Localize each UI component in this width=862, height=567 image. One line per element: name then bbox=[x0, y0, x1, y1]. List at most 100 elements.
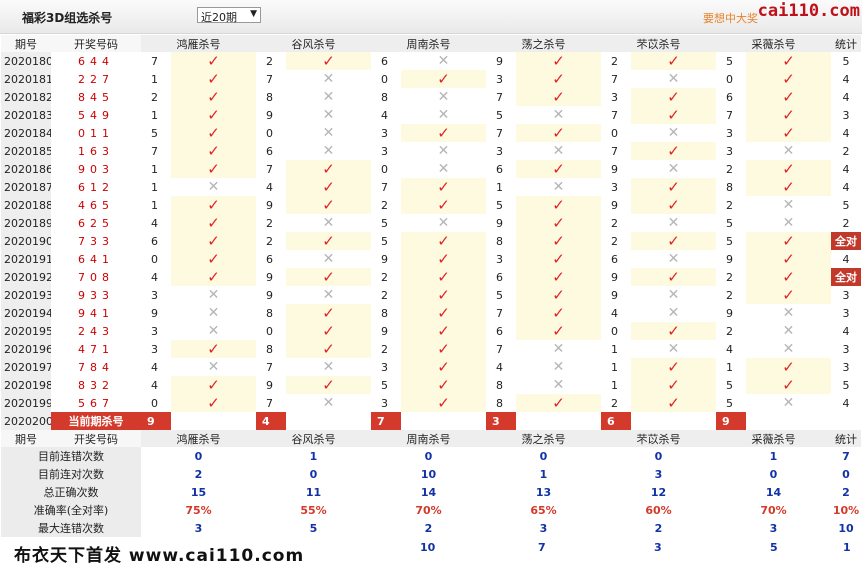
result-cell: ✕ bbox=[171, 304, 256, 322]
kill-number-cell: 8 bbox=[266, 90, 273, 104]
check-icon: ✓ bbox=[437, 340, 450, 358]
result-cell: ✓ bbox=[631, 376, 716, 394]
result-cell: ✓ bbox=[516, 70, 601, 88]
result-cell: ✓ bbox=[746, 268, 831, 286]
summary-value: 1 bbox=[539, 467, 548, 481]
empty-cell bbox=[171, 412, 256, 430]
draw-number-cell: 933 bbox=[78, 288, 114, 302]
summary-value: 3 bbox=[194, 521, 203, 535]
current-kill-number: 7 bbox=[371, 412, 401, 430]
check-icon: ✓ bbox=[437, 358, 450, 376]
result-cell: ✕ bbox=[286, 286, 371, 304]
kill-number-cell: 8 bbox=[496, 378, 503, 392]
check-icon: ✓ bbox=[437, 250, 450, 268]
summary-label: 总正确次数 bbox=[1, 483, 141, 501]
stat-cell: 4 bbox=[842, 324, 850, 338]
result-cell: ✓ bbox=[516, 214, 601, 232]
check-icon: ✓ bbox=[322, 304, 335, 322]
kill-number-cell: 3 bbox=[381, 396, 388, 410]
result-cell: ✓ bbox=[401, 322, 486, 340]
kill-number-cell: 3 bbox=[496, 252, 503, 266]
cross-icon: ✕ bbox=[782, 215, 795, 231]
result-cell: ✓ bbox=[746, 70, 831, 88]
summary-value: 1 bbox=[769, 449, 778, 463]
check-icon: ✓ bbox=[437, 70, 450, 88]
kill-number-cell: 7 bbox=[611, 108, 618, 122]
result-cell: ✓ bbox=[516, 196, 601, 214]
issue-cell: 2020191 bbox=[1, 250, 51, 268]
summary-value: 70% bbox=[415, 503, 442, 517]
check-icon: ✓ bbox=[322, 376, 335, 394]
kill-number-cell: 7 bbox=[381, 180, 388, 194]
current-kill-number: 6 bbox=[601, 412, 631, 430]
result-cell: ✓ bbox=[171, 394, 256, 412]
draw-number-cell: 227 bbox=[78, 72, 114, 86]
current-kill-number: 3 bbox=[486, 412, 516, 430]
summary-value: 0 bbox=[309, 467, 318, 481]
draw-number-cell: 163 bbox=[78, 144, 114, 158]
result-cell: ✓ bbox=[401, 304, 486, 322]
empty-cell bbox=[746, 412, 831, 430]
kill-number-cell: 1 bbox=[151, 72, 158, 86]
check-icon: ✓ bbox=[552, 304, 565, 322]
col-issue: 期号 bbox=[1, 35, 51, 52]
extra-value: 10 bbox=[420, 541, 436, 554]
period-select[interactable]: 近20期 ▼ bbox=[197, 7, 261, 24]
summary-value: 0 bbox=[769, 467, 778, 481]
table-row: 2020196 471 3 ✓ 8 ✓ 2 ✓ 7 ✕ 1 ✕ 4 ✕ 3 bbox=[1, 340, 861, 358]
kill-number-cell: 5 bbox=[726, 378, 733, 392]
result-cell: ✓ bbox=[171, 250, 256, 268]
check-icon: ✓ bbox=[782, 232, 795, 250]
summary-value: 70% bbox=[760, 503, 787, 517]
stat-cell: 4 bbox=[842, 72, 850, 86]
result-cell: ✕ bbox=[631, 250, 716, 268]
result-cell: ✓ bbox=[631, 52, 716, 70]
kill-number-cell: 6 bbox=[266, 252, 273, 266]
kill-number-cell: 7 bbox=[266, 396, 273, 410]
result-cell: ✕ bbox=[631, 160, 716, 178]
stat-cell: 3 bbox=[842, 306, 850, 320]
kill-number-cell: 5 bbox=[381, 216, 388, 230]
result-cell: ✓ bbox=[746, 88, 831, 106]
issue-cell: 2020198 bbox=[1, 376, 51, 394]
cross-icon: ✕ bbox=[437, 215, 450, 231]
result-cell: ✓ bbox=[286, 340, 371, 358]
check-icon: ✓ bbox=[782, 358, 795, 376]
col-draw: 开奖号码 bbox=[51, 430, 141, 447]
cross-icon: ✕ bbox=[437, 53, 450, 69]
summary-value: 0 bbox=[539, 449, 548, 463]
result-cell: ✓ bbox=[631, 196, 716, 214]
cross-icon: ✕ bbox=[782, 323, 795, 339]
kill-number-cell: 3 bbox=[151, 342, 158, 356]
result-cell: ✕ bbox=[286, 394, 371, 412]
kill-number-cell: 0 bbox=[151, 396, 158, 410]
cross-icon: ✕ bbox=[322, 395, 335, 411]
promo-link[interactable]: 要想中大奖 bbox=[703, 10, 758, 26]
result-cell: ✓ bbox=[171, 268, 256, 286]
kill-number-cell: 2 bbox=[611, 216, 618, 230]
check-icon: ✓ bbox=[322, 52, 335, 70]
col-expert-6: 采薇杀号 bbox=[716, 35, 831, 52]
draw-number-cell: 612 bbox=[78, 180, 114, 194]
result-cell: ✕ bbox=[746, 394, 831, 412]
summary-row: 目前连对次数 2 0 10 1 3 0 0 bbox=[1, 465, 861, 483]
check-icon: ✓ bbox=[207, 250, 220, 268]
summary-value: 10% bbox=[832, 503, 860, 517]
kill-number-cell: 3 bbox=[726, 126, 733, 140]
result-cell: ✕ bbox=[746, 322, 831, 340]
kill-number-cell: 4 bbox=[151, 378, 158, 392]
table-row: 2020190 733 6 ✓ 2 ✓ 5 ✓ 8 ✓ 2 ✓ 5 ✓ 全对 bbox=[1, 232, 861, 250]
summary-value: 14 bbox=[420, 485, 437, 499]
kill-number-cell: 6 bbox=[496, 324, 503, 338]
kill-number-cell: 7 bbox=[151, 54, 158, 68]
result-cell: ✓ bbox=[401, 268, 486, 286]
check-icon: ✓ bbox=[667, 376, 680, 394]
table-row: 2020192 708 4 ✓ 9 ✓ 2 ✓ 6 ✓ 9 ✓ 2 ✓ 全对 bbox=[1, 268, 861, 286]
kill-number-cell: 0 bbox=[266, 126, 273, 140]
issue-cell: 2020188 bbox=[1, 196, 51, 214]
result-cell: ✓ bbox=[171, 214, 256, 232]
issue-cell: 2020195 bbox=[1, 322, 51, 340]
kill-number-cell: 2 bbox=[726, 324, 733, 338]
cross-icon: ✕ bbox=[322, 71, 335, 87]
result-cell: ✕ bbox=[286, 142, 371, 160]
